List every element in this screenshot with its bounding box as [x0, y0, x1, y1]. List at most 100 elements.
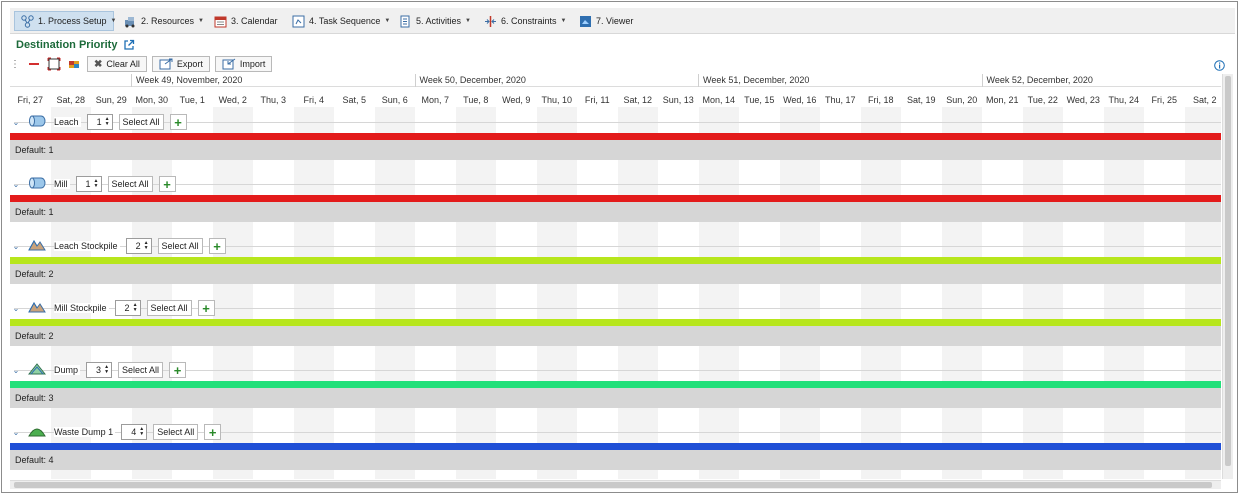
- menu-item-label: 5. Activities: [416, 16, 462, 26]
- add-button[interactable]: +: [169, 362, 187, 378]
- day-header: Wed, 16: [783, 95, 817, 105]
- chevron-down-icon[interactable]: ⌄: [10, 428, 22, 437]
- chevron-down-icon: ▼: [198, 18, 204, 24]
- destination-row: ⌄ Mill Stockpile 2 ▲ ▼ Select All + Default: 2: [10, 298, 1221, 360]
- day-header: Sat, 12: [623, 95, 653, 105]
- clear-all-label: Clear All: [106, 59, 140, 69]
- priority-stepper[interactable]: 4 ▲ ▼: [121, 424, 148, 440]
- color-palette-icon[interactable]: [67, 57, 81, 71]
- destination-row: ⌄ Mill 1 ▲ ▼ Select All + Default: 1: [10, 174, 1221, 236]
- priority-bar[interactable]: [10, 319, 1221, 326]
- menu-bar: 1. Process Setup ▼ 2. Resources ▼ 3. Calenda…: [10, 8, 1235, 34]
- destination-header: ⌄ Waste Dump 1 4 ▲ ▼ Select All +: [10, 422, 222, 442]
- day-header: Thu, 17: [824, 95, 856, 105]
- destination-name: Dump: [54, 365, 81, 375]
- day-header: Fri, 25: [1151, 95, 1177, 105]
- horizontal-scrollbar[interactable]: [10, 480, 1221, 489]
- chevron-down-icon[interactable]: ⌄: [10, 304, 22, 313]
- chevron-down-icon[interactable]: ⌄: [10, 366, 22, 375]
- add-button[interactable]: +: [208, 238, 226, 254]
- select-all-button[interactable]: Select All: [153, 424, 199, 440]
- horizontal-scroll-thumb[interactable]: [14, 482, 1212, 488]
- row-divider: [14, 184, 1221, 185]
- clear-all-button[interactable]: ✖ Clear All: [87, 56, 147, 72]
- vertical-scrollbar[interactable]: [1222, 74, 1233, 479]
- priority-bar[interactable]: [10, 443, 1221, 450]
- priority-bar[interactable]: [10, 257, 1221, 264]
- import-button[interactable]: Import: [214, 56, 273, 72]
- select-all-label: Select All: [157, 427, 195, 437]
- select-all-button[interactable]: Select All: [107, 176, 153, 192]
- day-header: Sat, 2: [1192, 95, 1217, 105]
- menu-item-4[interactable]: 4. Task Sequence ▼: [286, 11, 391, 31]
- priority-stepper[interactable]: 1 ▲ ▼: [86, 114, 113, 130]
- priority-stepper[interactable]: 2 ▲ ▼: [114, 300, 141, 316]
- chevron-down-icon[interactable]: ⌄: [10, 180, 22, 189]
- day-header: Fri, 27: [17, 95, 43, 105]
- export-label: Export: [176, 59, 203, 69]
- default-label: Default: 1: [10, 202, 1221, 222]
- priority-stepper[interactable]: 2 ▲ ▼: [125, 238, 152, 254]
- remove-icon[interactable]: [27, 57, 41, 71]
- chevron-down-icon[interactable]: ⌄: [10, 242, 22, 251]
- add-button[interactable]: +: [169, 114, 187, 130]
- chevron-down-icon: ▼: [384, 18, 391, 24]
- default-label: Default: 2: [10, 326, 1221, 346]
- select-all-label: Select All: [122, 365, 160, 375]
- row-divider: [14, 370, 1221, 371]
- toolbar-grip-icon[interactable]: ⋮: [10, 59, 20, 70]
- fit-view-icon[interactable]: [47, 57, 61, 71]
- vertical-scroll-thumb[interactable]: [1225, 76, 1231, 466]
- destination-header: ⌄ Leach 1 ▲ ▼ Select All +: [10, 112, 187, 132]
- menu-item-1[interactable]: 1. Process Setup ▼: [14, 11, 117, 31]
- day-header: Fri, 18: [867, 95, 894, 105]
- gantt-area: Week 49, November, 2020 Week 50, December…: [10, 74, 1221, 479]
- priority-bar[interactable]: [10, 195, 1221, 202]
- priority-stepper[interactable]: 3 ▲ ▼: [86, 362, 113, 378]
- toolbar: ⋮ ✖ Clear All Export Import: [10, 55, 277, 73]
- menu-item-2[interactable]: 2. Resources ▼: [118, 11, 204, 31]
- leach-icon: [28, 114, 46, 130]
- add-button[interactable]: +: [204, 424, 222, 440]
- select-all-button[interactable]: Select All: [146, 300, 192, 316]
- day-header: Tue, 8: [463, 95, 489, 105]
- priority-bar[interactable]: [10, 133, 1221, 140]
- priority-value: 2: [135, 241, 141, 251]
- select-all-button[interactable]: Select All: [118, 114, 164, 130]
- menu-item-3[interactable]: 3. Calendar: [208, 11, 282, 31]
- info-icon[interactable]: [1214, 60, 1225, 71]
- menu-item-5[interactable]: 5. Activities ▼: [393, 11, 474, 31]
- day-header: Tue, 15: [744, 95, 775, 105]
- stepper-arrows-icon[interactable]: ▲ ▼: [105, 117, 110, 127]
- stepper-arrows-icon[interactable]: ▲ ▼: [104, 365, 109, 375]
- plus-icon: +: [173, 362, 182, 378]
- day-header: Sun, 20: [946, 95, 978, 105]
- priority-stepper[interactable]: 1 ▲ ▼: [75, 176, 102, 192]
- activities-icon: [399, 15, 412, 28]
- priority-value: 1: [85, 179, 91, 189]
- day-header: Sat, 5: [342, 95, 366, 105]
- select-all-button[interactable]: Select All: [118, 362, 164, 378]
- day-header: Mon, 30: [135, 95, 169, 105]
- plus-icon: +: [213, 238, 221, 254]
- constraints-icon: [484, 15, 497, 28]
- destination-row: ⌄ Dump 3 ▲ ▼ Select All + Default: 3: [10, 360, 1221, 422]
- select-all-button[interactable]: Select All: [157, 238, 203, 254]
- add-button[interactable]: +: [197, 300, 215, 316]
- stepper-arrows-icon[interactable]: ▲ ▼: [144, 241, 149, 251]
- menu-item-6[interactable]: 6. Constraints ▼: [478, 11, 569, 31]
- export-button[interactable]: Export: [151, 56, 210, 72]
- stepper-arrows-icon[interactable]: ▲ ▼: [94, 179, 99, 189]
- app-window: 1. Process Setup ▼ 2. Resources ▼ 3. Calenda…: [1, 1, 1238, 493]
- stepper-arrows-icon[interactable]: ▲ ▼: [139, 427, 144, 437]
- chevron-down-icon[interactable]: ⌄: [10, 118, 22, 127]
- day-header: Wed, 9: [502, 95, 531, 105]
- menu-item-7[interactable]: 7. Viewer: [573, 11, 633, 31]
- day-header: Thu, 3: [260, 95, 286, 105]
- import-icon: [222, 58, 236, 70]
- stepper-arrows-icon[interactable]: ▲ ▼: [133, 303, 138, 313]
- destination-header: ⌄ Leach Stockpile 2 ▲ ▼ Select All +: [10, 236, 226, 256]
- open-external-icon[interactable]: [123, 39, 135, 51]
- priority-bar[interactable]: [10, 381, 1221, 388]
- add-button[interactable]: +: [158, 176, 176, 192]
